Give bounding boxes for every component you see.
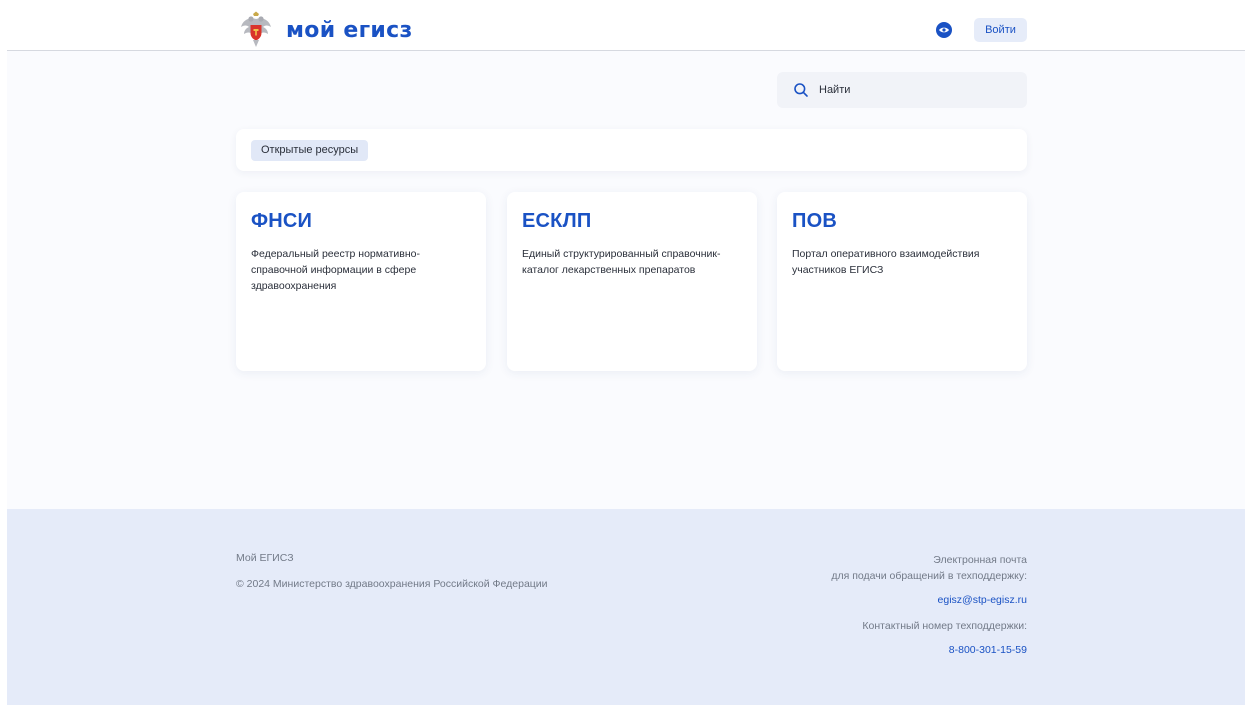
login-button[interactable]: Войти xyxy=(974,18,1027,42)
footer-phone-label: Контактный номер техподдержки: xyxy=(862,620,1027,632)
card-title: ПОВ xyxy=(792,210,837,232)
logo-text: мой егисз xyxy=(286,18,413,43)
filter-chip-open-resources[interactable]: Открытые ресурсы xyxy=(251,140,369,161)
accessibility-toggle[interactable] xyxy=(936,22,952,38)
search-icon xyxy=(794,83,808,97)
main-content: Открытые ресурсы ФНСИ Федеральный реестр… xyxy=(7,51,1245,509)
eye-icon xyxy=(939,27,949,33)
card-description: Единый структурированный справочник-ката… xyxy=(522,248,721,276)
footer-contacts: Электронная почта для подачи обращений в… xyxy=(767,552,1027,658)
card-title: ФНСИ xyxy=(251,210,313,232)
card-title: ЕСКЛП xyxy=(522,210,592,232)
logo[interactable]: мой егисз xyxy=(236,11,413,50)
card-description: Федеральный реестр нормативно-справочной… xyxy=(251,248,420,292)
page: мой егисз Войти Открытые ресурсы ФНСИ Фе… xyxy=(0,0,1245,705)
card-pov[interactable]: ПОВ Портал оперативного взаимодействия у… xyxy=(777,192,1027,371)
footer-email-label-line1: Электронная почта xyxy=(933,554,1027,566)
filter-bar: Открытые ресурсы xyxy=(236,129,1027,171)
footer-phone-link[interactable]: 8-800-301-15-59 xyxy=(767,642,1027,658)
search-box[interactable] xyxy=(777,72,1027,108)
footer: Мой ЕГИСЗ © 2024 Министерство здравоохра… xyxy=(7,509,1245,705)
header: мой егисз Войти xyxy=(7,0,1245,51)
card-esklp[interactable]: ЕСКЛП Единый структурированный справочни… xyxy=(507,192,757,371)
card-fnsi[interactable]: ФНСИ Федеральный реестр нормативно-справ… xyxy=(236,192,486,371)
footer-email-label-line2: для подачи обращений в техподдержку: xyxy=(831,570,1027,582)
search-input[interactable] xyxy=(817,83,1021,97)
footer-email-link[interactable]: egisz@stp-egisz.ru xyxy=(767,592,1027,608)
footer-copyright: © 2024 Министерство здравоохранения Росс… xyxy=(236,578,548,590)
coat-of-arms-icon xyxy=(241,11,271,47)
card-description: Портал оперативного взаимодействия участ… xyxy=(792,248,980,276)
footer-site-name: Мой ЕГИСЗ xyxy=(236,552,294,564)
